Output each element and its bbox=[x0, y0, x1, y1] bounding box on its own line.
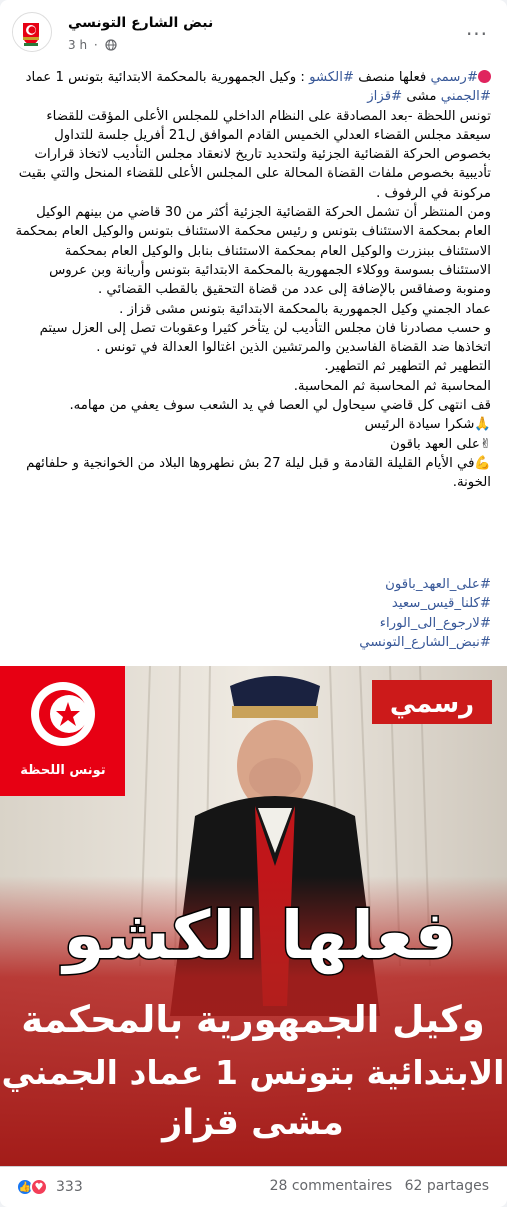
image-headline: فعلها الكشو bbox=[60, 897, 456, 975]
more-options-icon[interactable]: ··· bbox=[459, 16, 495, 52]
post-paragraph: قف انتهى كل قاضي سيحاول لي العصا في يد ا… bbox=[69, 398, 491, 414]
image-line: مشى قزاز bbox=[160, 1103, 344, 1143]
post-time[interactable]: 3 h bbox=[68, 38, 87, 52]
post-image-graphic: تونس اللحظة رسمي فعلها الكشو وكيل الجمهو… bbox=[0, 666, 507, 1166]
post-paragraph: ومن المنتظر أن تشمل الحركة القضائية الجز… bbox=[15, 205, 491, 298]
hashtag-link[interactable]: #لارجوع_الى_الوراء bbox=[12, 614, 491, 633]
post-paragraph: و حسب مصادرنا فان مجلس التأديب لن يتأخر … bbox=[39, 320, 491, 356]
page-logo-icon bbox=[13, 14, 50, 51]
post-paragraph: التطهير ثم التطهير ثم التطهير. bbox=[324, 359, 491, 375]
post-card: نبض الشارع التونسي 3 h · ··· #رسمي فعلها… bbox=[0, 0, 507, 1207]
reactions-summary[interactable]: 👍 ♥ 333 bbox=[16, 1178, 83, 1196]
meta-separator: · bbox=[93, 38, 98, 52]
post-footer: 👍 ♥ 333 28 commentaires 62 partages bbox=[0, 1166, 507, 1207]
globe-icon bbox=[104, 39, 117, 51]
image-badge: رسمي bbox=[390, 689, 474, 719]
hashtag-list: #على_العهد_باقون #كلنا_قيس_سعيد #لارجوع_… bbox=[12, 575, 491, 652]
headline-text: : وكيل الجمهورية بالمحكمة الابتدائية بتو… bbox=[25, 70, 310, 85]
post-header: نبض الشارع التونسي 3 h · ··· bbox=[12, 12, 495, 60]
post-paragraph: عماد الجمني وكيل الجمهورية بالمحكمة الاب… bbox=[119, 301, 491, 317]
post-image[interactable]: تونس اللحظة رسمي فعلها الكشو وكيل الجمهو… bbox=[0, 666, 507, 1166]
post-paragraph: تونس اللحظة -بعد المصادقة على النظام الد… bbox=[18, 108, 491, 201]
hashtag-link[interactable]: #نبض_الشارع_التونسي bbox=[12, 633, 491, 652]
shares-count[interactable]: 62 partages bbox=[405, 1178, 489, 1194]
author-name[interactable]: نبض الشارع التونسي bbox=[68, 15, 213, 31]
red-circle-icon bbox=[478, 70, 491, 83]
avatar[interactable] bbox=[12, 12, 52, 52]
hashtag-link[interactable]: #الجمني bbox=[441, 89, 491, 104]
hashtag-link[interactable]: #على_العهد_باقون bbox=[12, 575, 491, 594]
love-reaction-icon: ♥ bbox=[30, 1178, 48, 1196]
image-line: وكيل الجمهورية بالمحكمة bbox=[21, 998, 485, 1041]
post-headline: #رسمي فعلها منصف #الكشو : وكيل الجمهورية… bbox=[12, 68, 491, 107]
post-meta: 3 h · bbox=[68, 38, 117, 52]
post-paragraph: 💪في الأيام القليلة القادمة و قبل ليلة 27… bbox=[26, 455, 491, 491]
reactions-count: 333 bbox=[56, 1179, 83, 1195]
hashtag-link[interactable]: #الكشو bbox=[309, 70, 354, 85]
headline-text: فعلها منصف bbox=[354, 70, 431, 85]
post-paragraph: ✌على العهد باقون bbox=[389, 436, 491, 452]
comments-count[interactable]: 28 commentaires bbox=[270, 1178, 393, 1194]
post-paragraph: 🙏شكرا سيادة الرئيس bbox=[364, 417, 491, 433]
image-logo-text: تونس اللحظة bbox=[20, 763, 105, 778]
headline-text: مشى bbox=[402, 89, 441, 105]
post-body: #رسمي فعلها منصف #الكشو : وكيل الجمهورية… bbox=[12, 68, 491, 493]
engagement-counts: 28 commentaires 62 partages bbox=[262, 1178, 489, 1194]
hashtag-link[interactable]: #رسمي bbox=[431, 70, 478, 85]
hashtag-link[interactable]: #كلنا_قيس_سعيد bbox=[12, 594, 491, 613]
image-line: الابتدائية بتونس 1 عماد الجمني bbox=[2, 1053, 505, 1093]
post-paragraph: المحاسبة ثم المحاسبة ثم المحاسبة. bbox=[293, 378, 491, 394]
hashtag-link[interactable]: #قزاز bbox=[367, 89, 402, 104]
